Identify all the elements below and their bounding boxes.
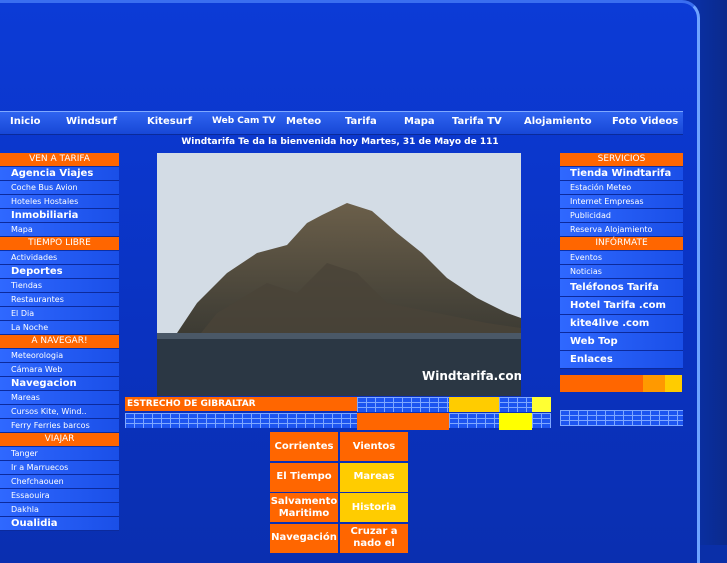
nav-alojamiento[interactable]: Alojamiento <box>524 116 592 127</box>
left-menu-item[interactable]: Agencia Viajes <box>0 167 119 181</box>
tile-vientos[interactable]: Vientos <box>340 432 408 461</box>
left-menu-item[interactable]: Actividades <box>0 251 119 265</box>
left-menu-item[interactable]: Meteorologia <box>0 349 119 363</box>
nav-inicio[interactable]: Inicio <box>10 116 41 127</box>
right-menu-item[interactable]: Publicidad <box>560 209 683 223</box>
tile-mareas[interactable]: Mareas <box>340 462 408 492</box>
left-menu-item[interactable]: Cámara Web <box>0 363 119 377</box>
tile-el-tiempo[interactable]: El Tiempo <box>270 462 338 492</box>
welcome-text: Windtarifa Te da la bienvenida hoy Marte… <box>181 137 499 147</box>
right-menu-item[interactable]: Hotel Tarifa .com <box>560 297 683 315</box>
left-menu-item[interactable]: Hoteles Hostales <box>0 195 119 209</box>
right-menu-item[interactable]: Teléfonos Tarifa <box>560 279 683 297</box>
right-menu-item[interactable]: Eventos <box>560 251 683 265</box>
estrecho-label[interactable]: ESTRECHO DE GIBRALTAR <box>125 397 359 411</box>
yellow-block-3 <box>499 413 532 430</box>
left-menu-item[interactable]: Ir a Marruecos <box>0 461 119 475</box>
left-section-header: VIAJAR <box>0 433 119 447</box>
right-menu-item[interactable]: Enlaces <box>560 351 683 369</box>
nav-tarifatv[interactable]: Tarifa TV <box>452 116 502 127</box>
left-menu-item[interactable]: Tanger <box>0 447 119 461</box>
right-menu-item[interactable]: Web Top <box>560 333 683 351</box>
left-section-header: A NAVEGAR! <box>0 335 119 349</box>
right-menu-item[interactable]: Internet Empresas <box>560 195 683 209</box>
left-menu-item[interactable]: Chefchaouen <box>0 475 119 489</box>
grid-bar-2 <box>499 397 532 412</box>
nav-webcam[interactable]: Web Cam TV <box>212 116 276 126</box>
mountain-image <box>157 153 521 396</box>
right-section-header: INFÓRMATE <box>560 237 683 251</box>
left-menu-item[interactable]: Navegacion <box>0 377 119 391</box>
right-section-header: SERVICIOS <box>560 153 683 167</box>
left-menu-item[interactable]: Restaurantes <box>0 293 119 307</box>
tile-corrientes[interactable]: Corrientes <box>270 432 338 461</box>
right-orange-bar <box>560 375 643 392</box>
right-menu: SERVICIOS Tienda Windtarifa Estación Meteo… <box>560 153 683 369</box>
left-menu-item[interactable]: Ferry Ferries barcos <box>0 419 119 433</box>
left-menu-item[interactable]: Deportes <box>0 265 119 279</box>
nav-mapa[interactable]: Mapa <box>404 116 435 127</box>
left-menu-item[interactable]: Inmobiliaria <box>0 209 119 223</box>
top-nav: Inicio Windsurf Kitesurf Web Cam TV Mete… <box>0 111 683 135</box>
nav-windsurf[interactable]: Windsurf <box>66 116 117 127</box>
right-grid-bar <box>560 410 683 426</box>
right-menu-item[interactable]: Tienda Windtarifa <box>560 167 683 181</box>
right-menu-item[interactable]: Reserva Alojamiento <box>560 223 683 237</box>
left-menu-item[interactable]: Mareas <box>0 391 119 405</box>
yellow-block-1 <box>449 397 499 412</box>
left-menu-item[interactable]: El Dia <box>0 307 119 321</box>
orange-block-1 <box>357 413 449 430</box>
left-menu-item[interactable]: Cursos Kite, Wind.. <box>0 405 119 419</box>
grid-bar-5 <box>532 413 551 428</box>
nav-tarifa[interactable]: Tarifa <box>345 116 377 127</box>
left-menu-item[interactable]: Oualidia <box>0 517 119 531</box>
grid-bar-4 <box>449 413 499 428</box>
photo-watermark: Windtarifa.com <box>422 369 521 383</box>
tile-historia[interactable]: Historia <box>340 493 408 522</box>
left-menu-item[interactable]: Tiendas <box>0 279 119 293</box>
right-menu-item[interactable]: Noticias <box>560 265 683 279</box>
right-strip <box>700 0 727 545</box>
left-section-header: VEN A TARIFA <box>0 153 119 167</box>
right-menu-item[interactable]: Estación Meteo <box>560 181 683 195</box>
right-menu-item[interactable]: kite4live .com <box>560 315 683 333</box>
right-yellow-bar <box>665 375 682 392</box>
tile-navegaci-n[interactable]: Navegación <box>270 523 338 553</box>
nav-fotovideos[interactable]: Foto Videos <box>612 116 678 127</box>
tile-salvamento-maritimo[interactable]: Salvamento Maritimo <box>270 493 338 522</box>
left-menu-item[interactable]: Essaouira <box>0 489 119 503</box>
right-amber-bar <box>643 375 665 392</box>
strait-photo: Windtarifa.com <box>157 153 521 396</box>
left-section-header: TIEMPO LIBRE <box>0 237 119 251</box>
left-menu-item[interactable]: Coche Bus Avion <box>0 181 119 195</box>
left-menu: VEN A TARIFA Agencia Viajes Coche Bus Avio… <box>0 153 119 531</box>
left-menu-item[interactable]: La Noche <box>0 321 119 335</box>
grid-bar-3 <box>125 413 357 428</box>
nav-kitesurf[interactable]: Kitesurf <box>147 116 192 127</box>
tile-cruzar-a-nado-el[interactable]: Cruzar a nado el <box>340 523 408 553</box>
left-menu-item[interactable]: Dakhla <box>0 503 119 517</box>
left-menu-item[interactable]: Mapa <box>0 223 119 237</box>
yellow-block-2 <box>532 397 551 412</box>
nav-meteo[interactable]: Meteo <box>286 116 321 127</box>
grid-bar-1 <box>357 397 449 412</box>
